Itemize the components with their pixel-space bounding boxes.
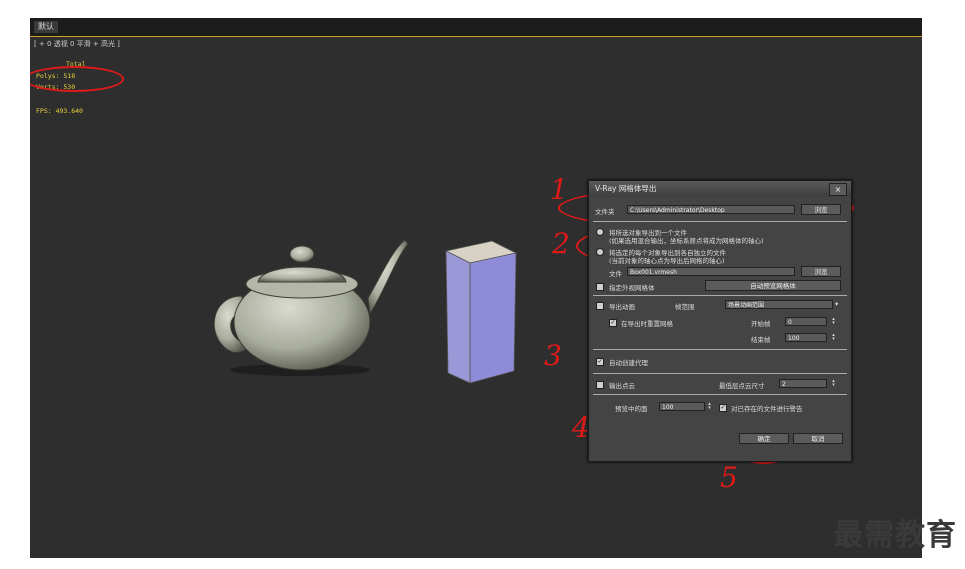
option1-line2: (如果选用混合输出，坐标系原点将成为网格体的轴心): [609, 237, 764, 245]
annotation-number-2: 2: [552, 227, 570, 260]
cancel-button[interactable]: 取消: [793, 433, 843, 444]
preview-faces-spinner[interactable]: ▴ ▾: [707, 402, 712, 411]
radio-export-single[interactable]: [596, 228, 604, 236]
separator: [593, 373, 847, 374]
end-frame-spinner[interactable]: ▴ ▾: [831, 333, 836, 342]
point-size-spinner[interactable]: ▴ ▾: [831, 379, 836, 388]
watermark-text: 最需教育: [833, 518, 957, 553]
end-frame-label: 结束帧: [751, 336, 771, 344]
preview-faces-field[interactable]: 100: [659, 402, 705, 411]
separator: [593, 295, 847, 296]
export-anim-label: 导出动画: [609, 303, 635, 311]
annotation-number-1: 1: [550, 173, 568, 206]
stats-polys: Polys: 518: [36, 72, 76, 80]
frame-range-select[interactable]: 场景动画范围: [725, 300, 833, 309]
start-frame-field[interactable]: 0: [785, 317, 827, 326]
file-field[interactable]: Box001.vrmesh: [627, 267, 795, 276]
folder-field[interactable]: C:\Users\Administrator\Desktop: [627, 205, 795, 214]
annotation-number-5: 5: [720, 461, 738, 494]
teapot-object[interactable]: [200, 218, 412, 378]
auto-proxy-checkbox[interactable]: ✓: [596, 358, 604, 366]
file-label: 文件: [609, 270, 622, 278]
auto-preview-button[interactable]: 自动预览网格体: [705, 280, 841, 291]
box-object[interactable]: [434, 233, 524, 388]
separator: [593, 394, 847, 395]
tab-default[interactable]: 默认: [34, 21, 58, 33]
reset-mesh-checkbox[interactable]: ✓: [609, 319, 617, 327]
viewport-label[interactable]: [ + 0 透视 0 平滑 + 高光 ]: [34, 39, 120, 49]
stats-verts: Verts: 530: [36, 83, 76, 91]
export-points-checkbox[interactable]: [596, 381, 604, 389]
overwrite-label: 对已存在的文件进行警告: [731, 405, 803, 413]
chevron-down-icon: ▾: [835, 300, 839, 308]
preview-faces-label: 预览中的面: [615, 405, 648, 413]
specify-label: 指定外视网格体: [609, 284, 655, 292]
folder-label: 文件夹: [595, 208, 615, 216]
frame-range-label: 帧范围: [675, 303, 695, 311]
start-frame-label: 开始帧: [751, 320, 771, 328]
vray-mesh-export-dialog: V-Ray 网格体导出 × 文件夹 C:\Users\Administrator…: [588, 180, 852, 462]
viewport-toolbar: 默认: [30, 18, 922, 37]
point-size-field[interactable]: 2: [779, 379, 827, 388]
radio-export-each[interactable]: [596, 248, 604, 256]
specify-checkbox[interactable]: [596, 283, 604, 291]
point-size-label: 最低层点云尺寸: [719, 382, 765, 390]
browse-file-button[interactable]: 浏览: [801, 266, 841, 277]
3d-viewport[interactable]: 默认 [ + 0 透视 0 平滑 + 高光 ] Total Polys: 518…: [30, 18, 922, 558]
dialog-title: V-Ray 网格体导出: [589, 181, 851, 197]
export-points-label: 输出点云: [609, 382, 635, 390]
ok-button[interactable]: 确定: [739, 433, 789, 444]
option2-line2: (当前对象的轴心点为导出后网格的轴心): [609, 257, 725, 265]
stats-fps: FPS: 493.640: [36, 107, 83, 115]
export-anim-checkbox[interactable]: [596, 302, 604, 310]
overwrite-checkbox[interactable]: ✓: [719, 404, 727, 412]
separator: [593, 349, 847, 350]
close-button[interactable]: ×: [829, 183, 847, 196]
stats-total: Total: [66, 60, 86, 68]
start-frame-spinner[interactable]: ▴ ▾: [831, 317, 836, 326]
end-frame-field[interactable]: 100: [785, 333, 827, 342]
annotation-number-3: 3: [544, 339, 562, 372]
auto-proxy-label: 自动创建代理: [609, 359, 648, 367]
reset-mesh-label: 在导出时重置网格: [621, 320, 673, 328]
browse-folder-button[interactable]: 浏览: [801, 204, 841, 215]
separator: [593, 221, 847, 222]
